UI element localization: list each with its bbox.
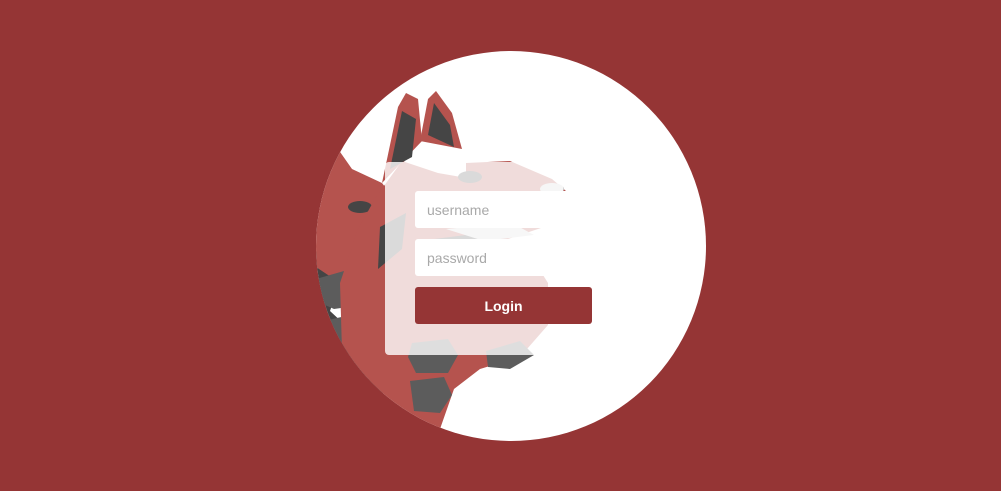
username-input[interactable] — [415, 191, 591, 228]
login-button[interactable]: Login — [415, 287, 592, 324]
login-page: Login — [0, 0, 1001, 491]
password-input[interactable] — [415, 239, 591, 276]
login-form: Login — [385, 162, 592, 355]
